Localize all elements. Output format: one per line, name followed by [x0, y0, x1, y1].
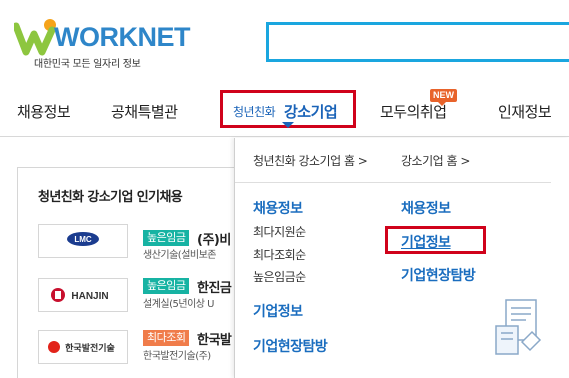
job-title[interactable]: 한국발전기술(주)	[143, 347, 211, 362]
logo-tagline: 대한민국 모든 일자리 정보	[34, 59, 141, 70]
nav-item-talent[interactable]: 인재정보	[498, 101, 552, 122]
job-title[interactable]: 설계실(5년이상 U	[143, 295, 214, 310]
popular-jobs-title: 청년친화 강소기업 인기채용	[38, 190, 183, 205]
nav-item-jobs[interactable]: 채용정보	[17, 101, 71, 122]
col2-site-visit-link[interactable]: 기업현장탐방	[401, 265, 476, 285]
nav-item-everyone-jobs[interactable]: 모두의취업	[380, 101, 447, 122]
nav-item-smb-label: 강소기업	[284, 103, 338, 121]
nav-item-public-recruit[interactable]: 공채특별관	[111, 101, 178, 122]
svg-text:LMC: LMC	[74, 235, 92, 244]
worknet-logo[interactable]: WORKNET 대한민국 모든 일자리 정보	[14, 12, 190, 72]
youth-smb-home-link[interactable]: 청년친화 강소기업 홈 >	[253, 152, 368, 169]
new-badge: NEW	[430, 89, 457, 106]
col2-jobs-link[interactable]: 채용정보	[401, 198, 451, 218]
svg-text:한국발전기술: 한국발전기술	[65, 342, 115, 354]
company-name[interactable]: 한진금	[197, 277, 232, 296]
job-title[interactable]: 생산기술(설비보존	[143, 246, 217, 261]
smb-home-link[interactable]: 강소기업 홈 >	[401, 152, 470, 169]
col1-jobs-link[interactable]: 채용정보	[253, 198, 303, 218]
company-tag: 높은임금	[143, 230, 190, 246]
hanjin-logo-icon: HANJIN	[51, 288, 109, 302]
company-name[interactable]: 한국발	[197, 329, 232, 348]
lmc-logo-icon: LMC	[67, 232, 99, 246]
nav-item-youth-label: 청년친화	[233, 105, 276, 119]
company-tag: 높은임금	[143, 278, 190, 294]
worknet-logo-mark-icon	[14, 19, 56, 56]
company-logo[interactable]: HANJIN	[38, 278, 128, 312]
sort-most-applied-link[interactable]: 최다지원순	[253, 223, 306, 240]
col1-site-visit-link[interactable]: 기업현장탐방	[253, 336, 328, 356]
company-logo[interactable]: 한국발전기술	[38, 330, 128, 364]
search-input[interactable]	[266, 22, 569, 62]
svg-text:HANJIN: HANJIN	[71, 291, 108, 302]
company-tag: 최다조회	[143, 330, 190, 346]
sort-most-viewed-link[interactable]: 최다조회순	[253, 246, 306, 263]
col1-company-info-link[interactable]: 기업정보	[253, 301, 303, 321]
company-info-highlight	[385, 226, 486, 254]
dropdown-top-links: 청년친화 강소기업 홈 > 강소기업 홈 >	[235, 138, 551, 183]
company-logo[interactable]: LMC	[38, 224, 128, 258]
document-illustration-icon	[495, 299, 542, 355]
active-caret-icon	[282, 122, 294, 128]
main-nav: 채용정보 공채특별관 청년친화 강소기업 모두의취업 인재정보	[0, 89, 569, 137]
kps-logo-icon: 한국발전기술	[48, 341, 115, 354]
logo-text: WORKNET	[54, 22, 190, 52]
sort-high-wage-link[interactable]: 높은임금순	[253, 268, 306, 285]
